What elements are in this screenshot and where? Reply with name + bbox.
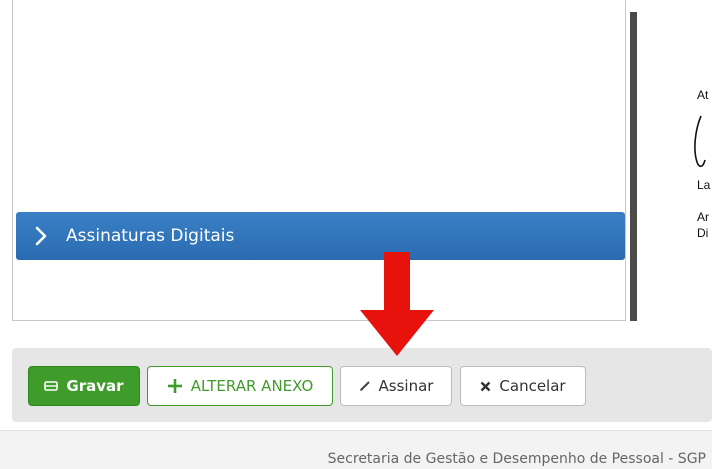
- handwritten-signature: [694, 115, 706, 168]
- red-arrow-annotation: [360, 252, 434, 356]
- document-text-line: At: [697, 88, 709, 102]
- signer-name: La: [697, 178, 711, 192]
- gravar-label: Gravar: [66, 377, 124, 395]
- signer-role-line: Di: [697, 226, 709, 240]
- close-icon: [480, 381, 491, 392]
- document-preview: At La Ar Di: [637, 0, 712, 321]
- chevron-right-icon: [30, 225, 52, 247]
- page-footer: Secretaria de Gestão e Desempenho de Pes…: [0, 430, 712, 469]
- alterar-anexo-label: ALTERAR ANEXO: [190, 377, 314, 395]
- cancelar-label: Cancelar: [499, 377, 566, 395]
- alterar-anexo-button[interactable]: ALTERAR ANEXO: [147, 366, 333, 406]
- footer-text: Secretaria de Gestão e Desempenho de Pes…: [327, 451, 706, 467]
- accordion-label: Assinaturas Digitais: [66, 226, 235, 246]
- plus-icon: [167, 378, 183, 394]
- signer-role-line: Ar: [697, 210, 709, 224]
- hard-drive-icon: [44, 380, 59, 392]
- cancelar-button[interactable]: Cancelar: [460, 366, 586, 406]
- pencil-icon: [359, 380, 371, 392]
- panel-divider[interactable]: [630, 12, 637, 321]
- assinar-button[interactable]: Assinar: [340, 366, 452, 406]
- assinar-label: Assinar: [378, 377, 434, 395]
- accordion-assinaturas-digitais[interactable]: Assinaturas Digitais: [16, 212, 625, 260]
- gravar-button[interactable]: Gravar: [28, 366, 140, 406]
- attachment-panel: Assinaturas Digitais: [12, 0, 626, 321]
